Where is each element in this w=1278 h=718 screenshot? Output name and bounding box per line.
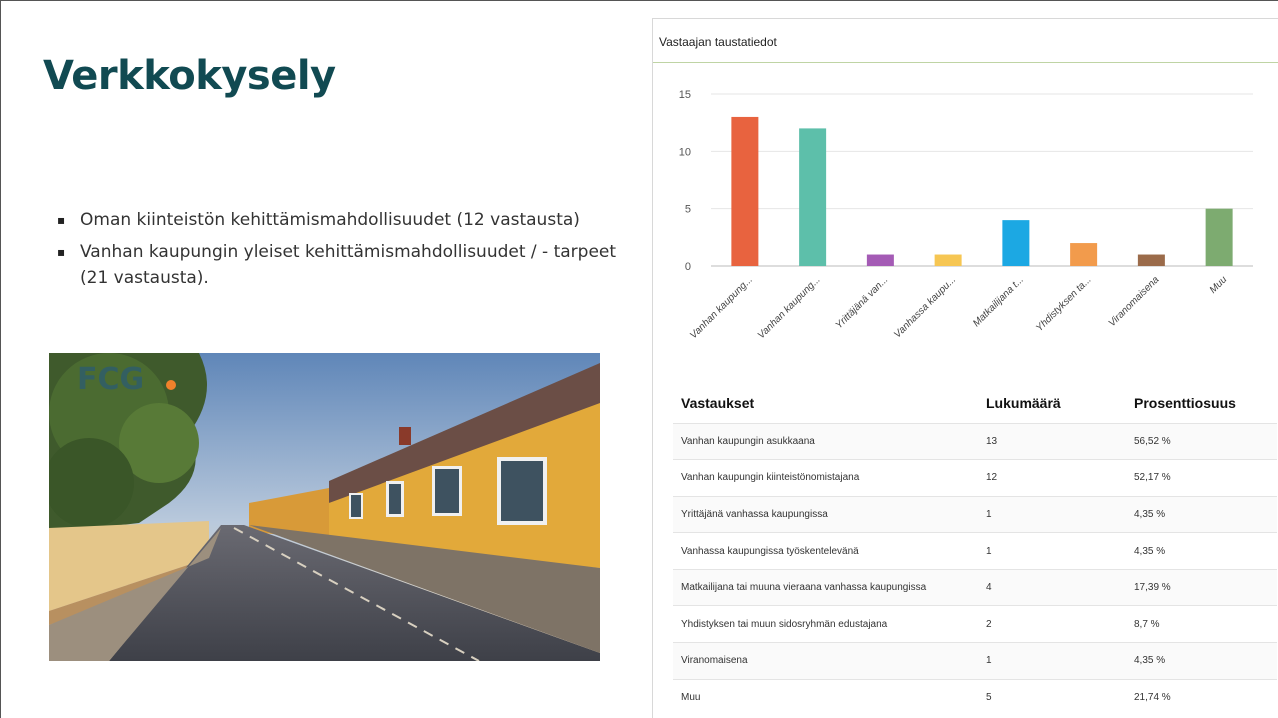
bar: [934, 254, 962, 266]
count-cell: 4: [978, 568, 1126, 606]
panel-header: Vastaajan taustatiedot: [653, 19, 1278, 63]
count-cell: 13: [978, 422, 1126, 460]
count-cell: 1: [978, 642, 1126, 680]
bullet-item: Vanhan kaupungin yleiset kehittämismahdo…: [57, 239, 617, 291]
x-tick-label: Vanhassa kaupu...: [892, 274, 958, 340]
count-cell: 5: [978, 678, 1126, 716]
percent-cell: 4,35 %: [1126, 495, 1277, 533]
bar-chart: 0 5 10 15 Vanhan kaupung... Vanhan kaupung...…: [679, 89, 1253, 341]
answer-cell: Yrittäjänä vanhassa kaupungissa: [673, 495, 978, 533]
x-tick-label: Muu: [1208, 274, 1230, 296]
table-row: Yrittäjänä vanhassa kaupungissa 1 4,35 %: [673, 495, 1277, 533]
table-row: Yhdistyksen tai muun sidosryhmän edustaj…: [673, 605, 1277, 643]
bar: [1002, 220, 1030, 266]
percent-cell: 56,52 %: [1126, 422, 1277, 460]
bar: [1205, 208, 1233, 266]
count-cell: 12: [978, 459, 1126, 497]
column-header-count: Lukumäärä: [986, 394, 1061, 411]
table-row: Vanhan kaupungin asukkaana 13 56,52 %: [673, 422, 1277, 460]
answer-cell: Viranomaisena: [673, 642, 978, 680]
column-header-percent: Prosenttiosuus: [1134, 394, 1236, 411]
percent-cell: 21,74 %: [1126, 678, 1277, 716]
table-row: Vanhan kaupungin kiinteistönomistajana 12…: [673, 459, 1277, 497]
answer-cell: Vanhan kaupungin asukkaana: [673, 422, 978, 460]
answer-cell: Yhdistyksen tai muun sidosryhmän edustaj…: [673, 605, 978, 643]
count-cell: 2: [978, 605, 1126, 643]
answer-cell: Matkailijana tai muuna vieraana vanhassa…: [673, 568, 978, 606]
x-tick-label: Matkailijana t...: [971, 274, 1026, 329]
x-tick-label: Vanhan kaupung...: [756, 274, 823, 341]
results-table: Vastaukset Lukumäärä Prosenttiosuus Vanh…: [673, 383, 1277, 716]
count-cell: 1: [978, 532, 1126, 570]
table-row: Matkailijana tai muuna vieraana vanhassa…: [673, 568, 1277, 606]
street-photo: FCG: [49, 353, 600, 661]
street-photo-illustration: FCG: [49, 353, 600, 661]
x-tick-label: Vanhan kaupung...: [688, 274, 755, 341]
bar: [731, 116, 759, 266]
slide: Verkkokysely Oman kiinteistön kehittämis…: [0, 0, 1278, 718]
y-tick-label: 5: [685, 204, 691, 216]
fcg-logo: FCG: [77, 362, 144, 397]
x-tick-label: Yhdistyksen ta...: [1034, 274, 1094, 334]
percent-cell: 8,7 %: [1126, 605, 1277, 643]
bar: [799, 128, 827, 266]
slide-title: Verkkokysely: [43, 53, 336, 99]
percent-cell: 4,35 %: [1126, 532, 1277, 570]
column-header-answers: Vastaukset: [681, 394, 755, 411]
bar: [1070, 243, 1098, 266]
y-tick-label: 0: [685, 261, 691, 273]
y-tick-label: 15: [679, 89, 691, 101]
percent-cell: 17,39 %: [1126, 568, 1277, 606]
percent-cell: 52,17 %: [1126, 459, 1277, 497]
bar: [1137, 254, 1165, 266]
results-panel: Vastaajan taustatiedot 0 5 10 15 Vanhan kaup…: [652, 18, 1278, 718]
table-row: Muu 5 21,74 %: [673, 678, 1277, 716]
x-tick-label: Viranomaisena: [1107, 274, 1162, 329]
bullet-list: Oman kiinteistön kehittämismahdollisuude…: [57, 207, 617, 297]
answer-cell: Vanhassa kaupungissa työskentelevänä: [673, 532, 978, 570]
bullet-item: Oman kiinteistön kehittämismahdollisuude…: [57, 207, 617, 233]
x-tick-label: Yrittäjänä van...: [834, 274, 891, 331]
table-row: Vanhassa kaupungissa työskentelevänä 1 4,3…: [673, 532, 1277, 570]
y-tick-label: 10: [679, 146, 691, 158]
percent-cell: 4,35 %: [1126, 642, 1277, 680]
answer-cell: Muu: [673, 678, 978, 716]
table-header-row: Vastaukset Lukumäärä Prosenttiosuus: [673, 383, 1277, 423]
bar: [866, 254, 894, 266]
count-cell: 1: [978, 495, 1126, 533]
answer-cell: Vanhan kaupungin kiinteistönomistajana: [673, 459, 978, 497]
table-row: Viranomaisena 1 4,35 %: [673, 642, 1277, 680]
